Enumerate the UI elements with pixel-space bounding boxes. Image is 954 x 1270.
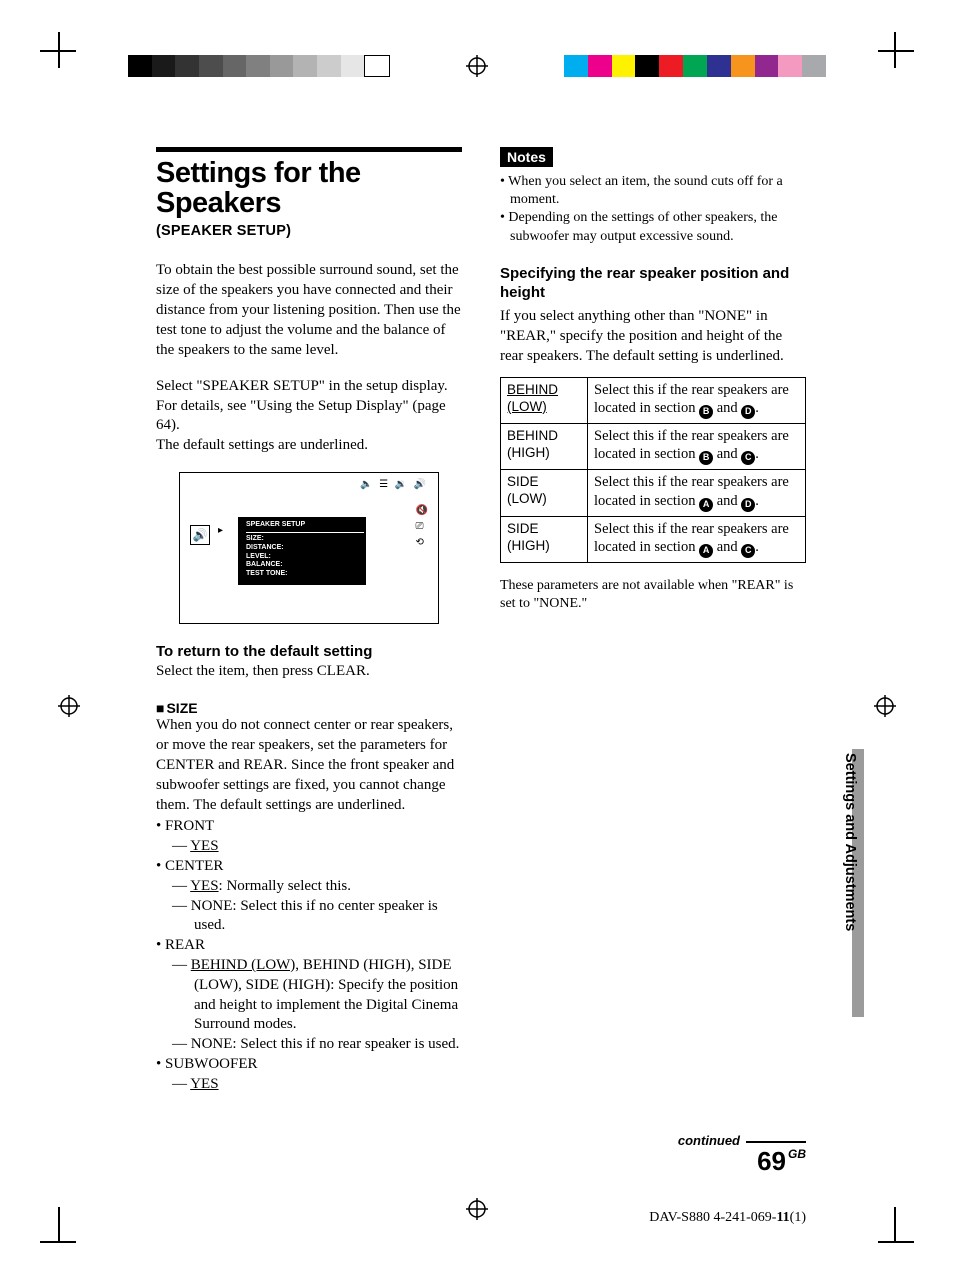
page-title: Settings for the Speakers bbox=[156, 158, 462, 219]
notes-badge: Notes bbox=[500, 147, 553, 167]
list-item-rear: REAR BEHIND (LOW), BEHIND (HIGH), SIDE (… bbox=[156, 936, 462, 1055]
description-cell: Select this if the rear speakers are loc… bbox=[588, 377, 806, 423]
description-cell: Select this if the rear speakers are loc… bbox=[588, 423, 806, 469]
list-item-rear-options: BEHIND (LOW), BEHIND (HIGH), SIDE (LOW),… bbox=[172, 956, 462, 1035]
note-item: Depending on the settings of other speak… bbox=[500, 209, 806, 245]
heading-spec-position: Specifying the rear speaker position and… bbox=[500, 264, 806, 303]
description-cell: Select this if the rear speakers are loc… bbox=[588, 470, 806, 516]
list-item-subwoofer-yes: YES bbox=[172, 1075, 462, 1095]
intro-paragraph-2b: The default settings are underlined. bbox=[156, 436, 462, 456]
continued-label: continued bbox=[678, 1133, 806, 1148]
registration-mark-top bbox=[466, 55, 488, 77]
title-rule bbox=[156, 147, 462, 152]
text-spec-position: If you select anything other than "NONE"… bbox=[500, 307, 806, 367]
option-cell: SIDE (HIGH) bbox=[501, 516, 588, 562]
color-bar bbox=[564, 55, 826, 77]
registration-mark-right bbox=[874, 695, 896, 722]
heading-return-default: To return to the default setting bbox=[156, 642, 462, 662]
osd-menu-item: SIZE: bbox=[246, 535, 364, 544]
text-size: When you do not connect center or rear s… bbox=[156, 716, 462, 816]
osd-menu-item: LEVEL: bbox=[246, 553, 364, 562]
list-item-center: CENTER YES: Normally select this. NONE: … bbox=[156, 857, 462, 936]
list-item-rear-none: NONE: Select this if no rear speaker is … bbox=[172, 1035, 462, 1055]
position-table: BEHIND (LOW)Select this if the rear spea… bbox=[500, 377, 806, 563]
table-row: SIDE (LOW)Select this if the rear speake… bbox=[501, 470, 806, 516]
page-subtitle: (SPEAKER SETUP) bbox=[156, 223, 462, 239]
osd-menu-item: BALANCE: bbox=[246, 561, 364, 570]
section-tab: Settings and Adjustments bbox=[830, 753, 852, 1013]
content-columns: Settings for the Speakers (SPEAKER SETUP… bbox=[156, 147, 806, 1095]
heading-size: SIZE bbox=[156, 700, 462, 716]
option-cell: SIDE (LOW) bbox=[501, 470, 588, 516]
column-left: Settings for the Speakers (SPEAKER SETUP… bbox=[156, 147, 462, 1095]
osd-arrow-icon: ▸ bbox=[218, 525, 223, 536]
osd-top-icons: 🔈 ☰ 🔉 🔊 bbox=[360, 479, 428, 490]
table-row: SIDE (HIGH)Select this if the rear speak… bbox=[501, 516, 806, 562]
page-number: 69GB bbox=[678, 1148, 806, 1174]
grayscale-bar bbox=[128, 55, 390, 77]
column-right: Notes When you select an item, the sound… bbox=[500, 147, 806, 1095]
notes-list: When you select an item, the sound cuts … bbox=[500, 173, 806, 246]
registration-mark-left bbox=[58, 695, 80, 722]
section-tab-label: Settings and Adjustments bbox=[842, 753, 858, 931]
option-cell: BEHIND (LOW) bbox=[501, 377, 588, 423]
osd-menu-heading: SPEAKER SETUP bbox=[246, 521, 364, 533]
table-row: BEHIND (HIGH)Select this if the rear spe… bbox=[501, 423, 806, 469]
table-row: BEHIND (LOW)Select this if the rear spea… bbox=[501, 377, 806, 423]
option-cell: BEHIND (HIGH) bbox=[501, 423, 588, 469]
osd-menu-box: SPEAKER SETUP SIZE: DISTANCE: LEVEL: BAL… bbox=[238, 517, 366, 585]
crop-marks-bottom bbox=[0, 1201, 954, 1225]
description-cell: Select this if the rear speakers are loc… bbox=[588, 516, 806, 562]
osd-menu-item: DISTANCE: bbox=[246, 544, 364, 553]
note-item: When you select an item, the sound cuts … bbox=[500, 173, 806, 209]
table-footnote: These parameters are not available when … bbox=[500, 577, 806, 613]
osd-figure: 🔈 ☰ 🔉 🔊 🔇⎚⟲ 🔊 ▸ SPEAKER SETUP SIZE: DIST… bbox=[179, 472, 439, 624]
page-footer: continued 69GB bbox=[678, 1133, 806, 1174]
intro-paragraph-2a: Select "SPEAKER SETUP" in the setup disp… bbox=[156, 377, 462, 437]
osd-speaker-icon: 🔊 bbox=[190, 525, 210, 545]
size-options-list: FRONT YES CENTER YES: Normally select th… bbox=[156, 817, 462, 1094]
list-item-center-none: NONE: Select this if no center speaker i… bbox=[172, 897, 462, 937]
intro-paragraph-1: To obtain the best possible surround sou… bbox=[156, 261, 462, 361]
page: Settings for the Speakers (SPEAKER SETUP… bbox=[0, 0, 954, 1270]
list-item-front-yes: YES bbox=[172, 837, 462, 857]
list-item-subwoofer: SUBWOOFER YES bbox=[156, 1055, 462, 1095]
list-item-front: FRONT YES bbox=[156, 817, 462, 857]
text-return-default: Select the item, then press CLEAR. bbox=[156, 662, 462, 682]
osd-side-icons: 🔇⎚⟲ bbox=[416, 503, 428, 551]
list-item-center-yes: YES: Normally select this. bbox=[172, 877, 462, 897]
osd-menu-item: TEST TONE: bbox=[246, 570, 364, 579]
